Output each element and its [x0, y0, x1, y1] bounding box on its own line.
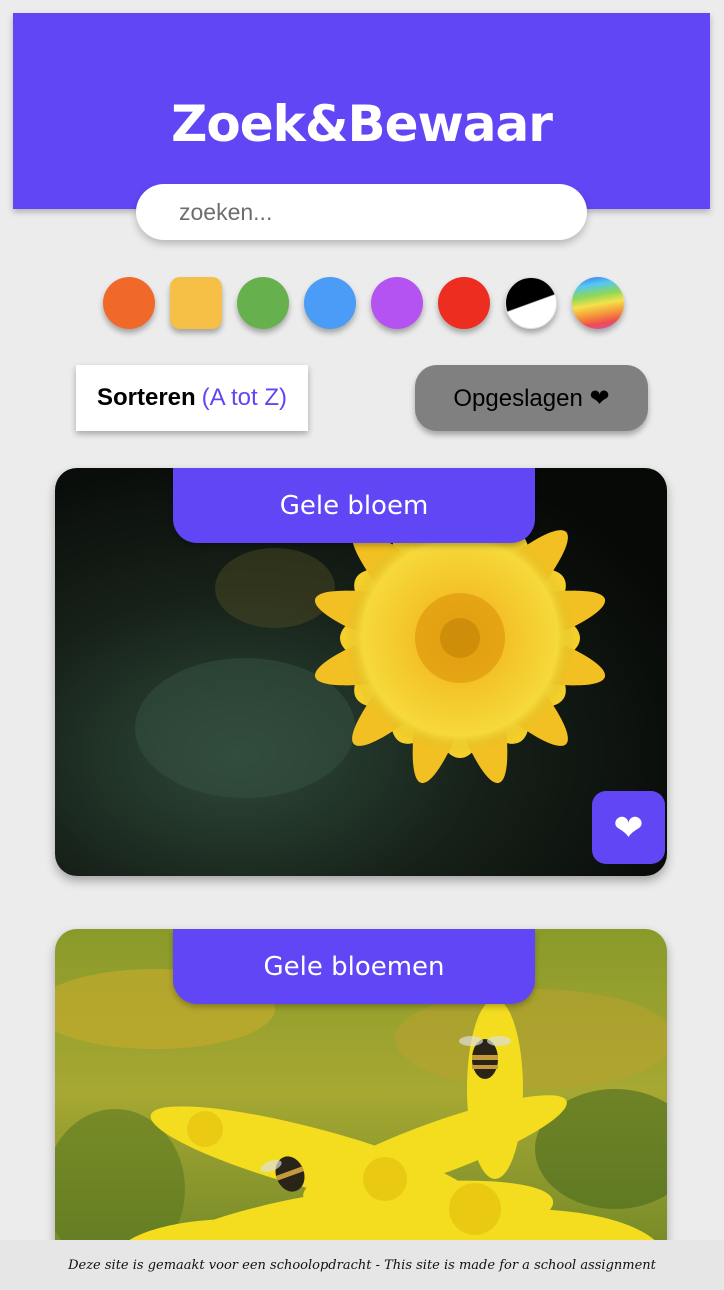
color-filter-black-white[interactable]: [505, 277, 557, 329]
search-bar[interactable]: [136, 184, 587, 240]
card-title: Gele bloemen: [173, 929, 535, 1004]
card-title: Gele bloem: [173, 468, 535, 543]
color-filter-purple[interactable]: [371, 277, 423, 329]
saved-label: Opgeslagen ❤: [453, 384, 610, 412]
site-title: Zoek&Bewaar: [171, 95, 553, 153]
color-filter-rainbow[interactable]: [572, 277, 624, 329]
favorite-button[interactable]: ❤: [592, 791, 665, 864]
color-filter-blue[interactable]: [304, 277, 356, 329]
color-filter-yellow[interactable]: [170, 277, 222, 329]
saved-button[interactable]: Opgeslagen ❤: [415, 365, 648, 431]
color-filter-green[interactable]: [237, 277, 289, 329]
search-input[interactable]: [179, 198, 587, 226]
heart-icon: ❤: [613, 806, 644, 848]
footer: Deze site is gemaakt voor een schoolopdr…: [0, 1240, 724, 1290]
image-card[interactable]: Gele bloemen: [55, 929, 667, 1290]
sort-label: Sorteren: [96, 384, 196, 411]
color-filter-row: [0, 277, 724, 329]
image-card[interactable]: Gele bloem ❤: [55, 468, 667, 876]
sort-order: (A tot Z): [201, 384, 288, 411]
color-filter-orange[interactable]: [103, 277, 155, 329]
color-filter-red[interactable]: [438, 277, 490, 329]
sort-button[interactable]: Sorteren (A tot Z): [76, 365, 308, 431]
header-banner: Zoek&Bewaar: [13, 13, 710, 209]
footer-text: Deze site is gemaakt voor een schoolopdr…: [68, 1257, 656, 1273]
